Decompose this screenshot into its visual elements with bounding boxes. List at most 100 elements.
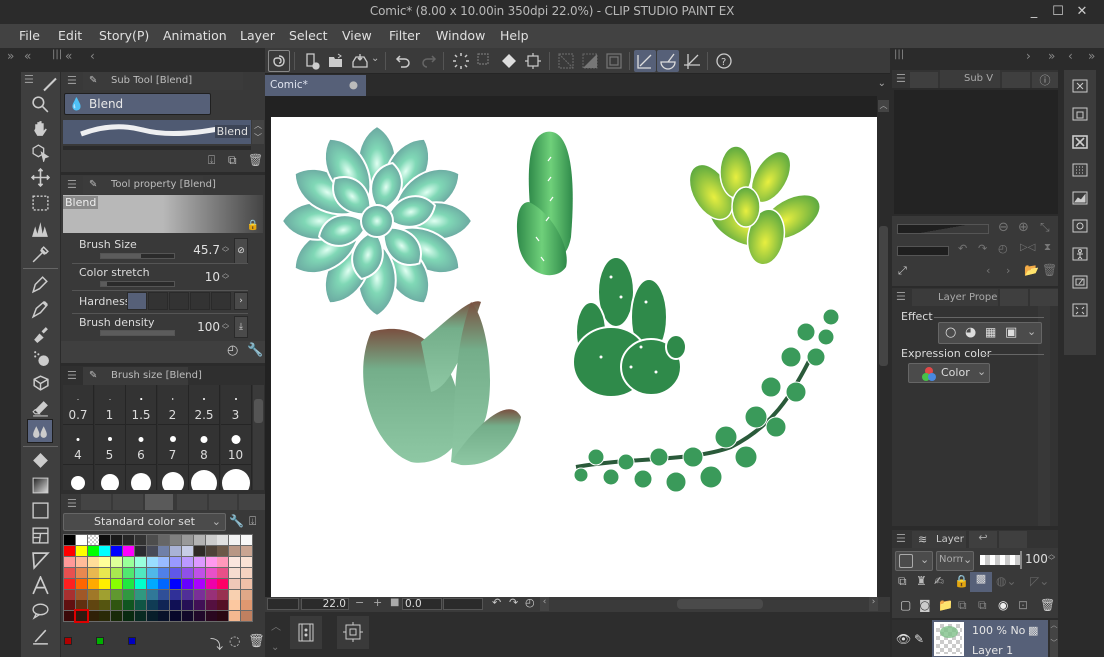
fit-canvas-button[interactable]: ■ xyxy=(390,597,399,608)
rotate-right-icon[interactable]: ↷ xyxy=(509,596,518,609)
color-swatch[interactable] xyxy=(87,545,99,556)
color-stretch-value[interactable]: 10 xyxy=(180,270,220,284)
color-swatch[interactable] xyxy=(146,611,158,622)
draft-layer-icon[interactable]: ✍ xyxy=(934,574,944,588)
main-color-indicator[interactable] xyxy=(96,637,104,645)
panel-menu-icon[interactable]: ☰ xyxy=(67,179,79,190)
color-swatch[interactable] xyxy=(170,556,182,567)
color-swatch[interactable] xyxy=(229,589,241,600)
menu-help[interactable]: Help xyxy=(500,28,529,43)
color-swatch[interactable] xyxy=(158,567,170,578)
color-swatch[interactable] xyxy=(205,589,217,600)
zoom-out-icon[interactable]: ⊖ xyxy=(998,220,1009,235)
color-swatch[interactable] xyxy=(229,545,241,556)
tab-color-slider[interactable] xyxy=(113,494,143,510)
color-swatch[interactable] xyxy=(193,567,205,578)
panel-menu-icon[interactable]: ☰ xyxy=(896,291,908,302)
color-swatch[interactable] xyxy=(64,535,75,545)
text-icon[interactable] xyxy=(27,573,53,597)
flip-horizontal-icon[interactable]: ▷◁ xyxy=(1020,242,1035,253)
color-swatch[interactable] xyxy=(158,545,170,556)
color-swatch[interactable] xyxy=(87,611,99,622)
color-swatch[interactable] xyxy=(111,611,123,622)
brush-size-preset[interactable]: 5 xyxy=(94,425,126,465)
color-swatch[interactable] xyxy=(134,556,146,567)
hardness-step[interactable] xyxy=(127,292,147,310)
brush-size-preset[interactable]: 1 xyxy=(94,385,126,425)
color-swatch[interactable] xyxy=(193,545,205,556)
expression-color-dropdown[interactable]: Color ⌄ xyxy=(908,363,990,383)
rotate-right-icon[interactable]: ↷ xyxy=(978,242,987,255)
material-3d-icon[interactable] xyxy=(1069,243,1091,265)
color-swatch[interactable] xyxy=(217,545,229,556)
auto-select-icon[interactable] xyxy=(27,217,53,241)
color-swatch[interactable] xyxy=(87,600,99,611)
expand-right-button-2[interactable]: » xyxy=(1088,49,1095,63)
brush-size-preset[interactable]: 10 xyxy=(220,425,252,465)
hardness-step[interactable] xyxy=(148,292,168,310)
menu-file[interactable]: File xyxy=(19,28,40,43)
color-swatch[interactable] xyxy=(99,545,111,556)
color-swatch[interactable] xyxy=(75,556,87,567)
add-color-icon[interactable]: ◌ xyxy=(229,634,240,649)
snap-to-ruler-icon[interactable] xyxy=(634,50,656,72)
tab-tool-property[interactable]: ✎ Tool property [Blend] xyxy=(83,176,216,194)
border-effect-icon[interactable]: ○ xyxy=(945,325,956,340)
material-image-icon[interactable] xyxy=(1069,215,1091,237)
brush-density-spinner[interactable]: ︿ ﹀ xyxy=(222,320,230,334)
color-swatch[interactable] xyxy=(134,567,146,578)
color-swatch[interactable] xyxy=(217,600,229,611)
delete-color-icon[interactable]: 🗑 xyxy=(248,634,265,649)
color-swatch[interactable] xyxy=(75,589,87,600)
color-swatch[interactable] xyxy=(241,600,252,611)
rotation-value[interactable]: 0.0 xyxy=(402,598,442,610)
decoration-icon[interactable] xyxy=(27,370,53,394)
layer-row[interactable]: 👁✎ 100 % Norm▩ Layer 1 ︿﹀ xyxy=(892,620,1058,657)
panel-arrow-right[interactable]: › xyxy=(1026,49,1031,63)
tab-approximate-color[interactable] xyxy=(209,494,237,510)
color-swatch[interactable] xyxy=(205,556,217,567)
move-icon[interactable] xyxy=(27,165,53,189)
color-swatch[interactable] xyxy=(99,567,111,578)
color-swatch[interactable] xyxy=(229,535,241,545)
brush-density-value[interactable]: 100 xyxy=(180,320,220,334)
tab-layer[interactable]: ≋ Layer xyxy=(912,531,966,548)
figure-icon[interactable] xyxy=(27,498,53,522)
panel-menu-icon[interactable]: ☰ xyxy=(896,533,908,544)
brush-size-preset[interactable]: 2 xyxy=(157,385,189,425)
create-mask-icon[interactable]: ◉ xyxy=(998,598,1008,612)
opacity-spinner[interactable]: ︿ ﹀ xyxy=(1048,551,1055,565)
fill-selection-icon[interactable] xyxy=(498,50,520,72)
collapse-left-button[interactable]: « xyxy=(24,49,31,63)
scroll-left-icon[interactable]: ‹ xyxy=(540,597,549,611)
copy-sub-tool-icon[interactable]: ⍗ xyxy=(208,153,215,168)
hand-icon[interactable] xyxy=(27,116,53,140)
color-swatch[interactable] xyxy=(170,589,182,600)
tab-sub-tool[interactable]: ✎ Sub Tool [Blend] xyxy=(83,72,243,90)
brush-size-preset[interactable]: 0.7 xyxy=(63,385,94,425)
color-swatch[interactable] xyxy=(193,611,205,622)
color-swatch[interactable] xyxy=(123,611,134,622)
tone-effect-icon[interactable]: ▦ xyxy=(985,325,996,339)
color-swatch[interactable] xyxy=(99,589,111,600)
panel-menu-icon[interactable]: ☰ xyxy=(67,370,79,381)
lock-icon[interactable]: 🔒 xyxy=(247,220,259,231)
brush-size-preset[interactable] xyxy=(220,465,252,490)
zoom-out-button[interactable]: − xyxy=(355,596,364,609)
color-swatch[interactable] xyxy=(146,578,158,589)
tab-layer-search[interactable] xyxy=(1000,289,1028,306)
snap-grid-icon[interactable] xyxy=(603,50,625,72)
delete-image-icon[interactable]: 🗑 xyxy=(1042,263,1057,277)
color-swatch[interactable] xyxy=(193,535,205,545)
color-stretch-slider[interactable] xyxy=(100,281,175,287)
material-all-icon[interactable] xyxy=(1069,75,1091,97)
brush-size-preset[interactable]: 3 xyxy=(220,385,252,425)
material-effect-icon[interactable] xyxy=(1069,299,1091,321)
color-swatch[interactable] xyxy=(134,578,146,589)
color-swatch[interactable] xyxy=(229,600,241,611)
color-swatch[interactable] xyxy=(193,556,205,567)
sub-tool-scroll[interactable]: ︿ ﹀ xyxy=(252,120,264,144)
brush-size-preset[interactable]: 6 xyxy=(126,425,157,465)
color-swatch[interactable] xyxy=(123,589,134,600)
color-swatch[interactable] xyxy=(64,589,75,600)
